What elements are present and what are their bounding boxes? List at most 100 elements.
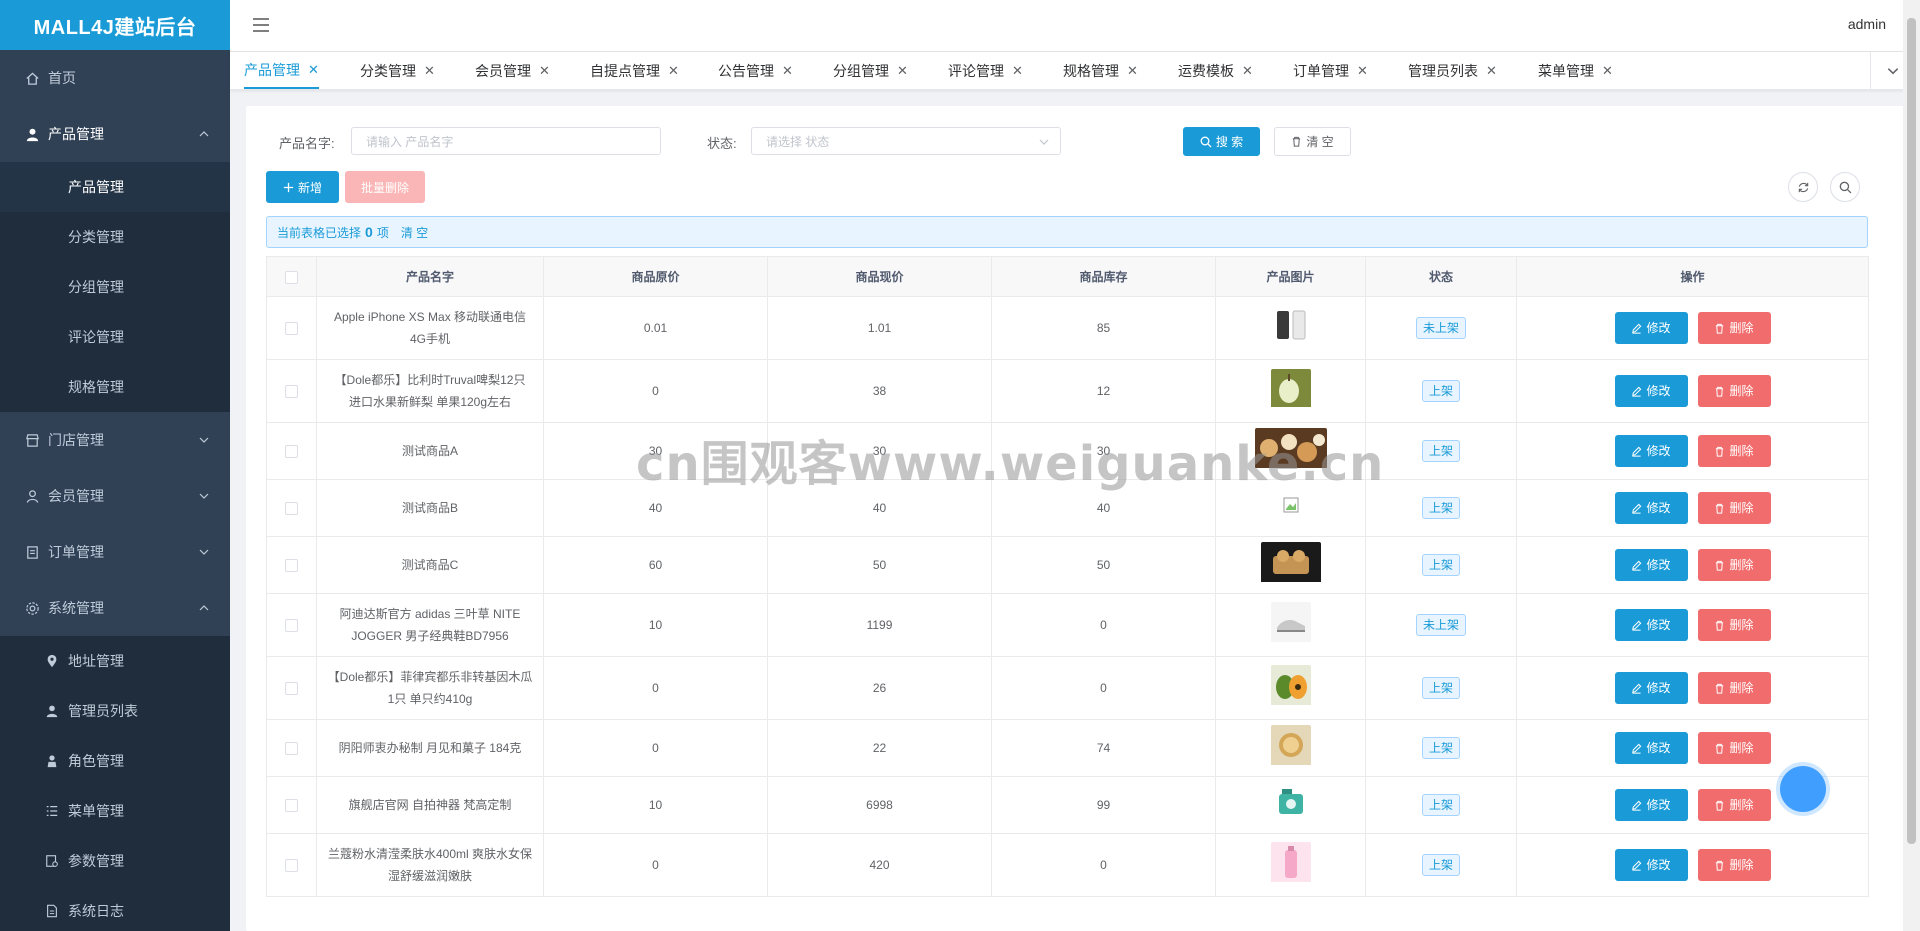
sidebar-subitem-spec[interactable]: 规格管理: [0, 362, 230, 412]
delete-button[interactable]: 删除: [1697, 732, 1771, 764]
delete-button[interactable]: 删除: [1697, 492, 1771, 524]
row-checkbox[interactable]: [285, 859, 298, 873]
sidebar-item-store[interactable]: 门店管理: [0, 412, 230, 468]
delete-button[interactable]: 删除: [1697, 312, 1771, 344]
page-scrollbar[interactable]: [1903, 0, 1920, 931]
close-icon[interactable]: ✕: [308, 62, 319, 78]
edit-button[interactable]: 修改: [1614, 672, 1688, 704]
product-thumbnail[interactable]: [1270, 724, 1311, 772]
tab-order[interactable]: 订单管理 ✕: [1293, 52, 1368, 89]
clear-button[interactable]: 清 空: [1274, 127, 1351, 156]
product-thumbnail[interactable]: [1254, 427, 1327, 475]
row-checkbox[interactable]: [285, 619, 298, 633]
hamburger-icon[interactable]: [252, 16, 270, 34]
delete-button[interactable]: 删除: [1697, 789, 1771, 821]
tab-admin-list[interactable]: 管理员列表 ✕: [1408, 52, 1497, 89]
sidebar-item-member[interactable]: 会员管理: [0, 468, 230, 524]
row-checkbox[interactable]: [285, 799, 298, 813]
edit-button[interactable]: 修改: [1614, 789, 1688, 821]
tab-pickup[interactable]: 自提点管理 ✕: [590, 52, 679, 89]
sidebar-subitem-menu[interactable]: 菜单管理: [0, 786, 230, 836]
delete-button[interactable]: 删除: [1697, 849, 1771, 881]
batch-delete-button[interactable]: 批量删除: [345, 171, 425, 203]
row-select-cell: [266, 593, 317, 657]
product-thumbnail[interactable]: [1270, 368, 1311, 414]
edit-button[interactable]: 修改: [1614, 435, 1688, 467]
product-thumbnail[interactable]: [1270, 601, 1311, 649]
selection-clear-link[interactable]: 清 空: [401, 224, 428, 241]
tab-comment[interactable]: 评论管理 ✕: [948, 52, 1023, 89]
tab-category[interactable]: 分类管理 ✕: [360, 52, 435, 89]
sidebar-item-home[interactable]: 首页: [0, 50, 230, 106]
close-icon[interactable]: ✕: [1602, 63, 1613, 79]
product-thumbnail[interactable]: [1270, 781, 1311, 829]
tab-group[interactable]: 分组管理 ✕: [833, 52, 908, 89]
close-icon[interactable]: ✕: [897, 63, 908, 79]
sidebar-subitem-log[interactable]: 系统日志: [0, 886, 230, 931]
row-checkbox[interactable]: [285, 502, 298, 516]
sidebar-item-system[interactable]: 系统管理: [0, 580, 230, 636]
row-checkbox[interactable]: [285, 322, 298, 336]
row-checkbox[interactable]: [285, 385, 298, 399]
sidebar-subitem-product-list[interactable]: 产品管理: [0, 162, 230, 212]
sidebar-subitem-category[interactable]: 分类管理: [0, 212, 230, 262]
delete-button[interactable]: 删除: [1697, 609, 1771, 641]
close-icon[interactable]: ✕: [539, 63, 550, 79]
edit-button[interactable]: 修改: [1614, 549, 1688, 581]
product-name-input[interactable]: 请输入 产品名字: [351, 127, 661, 155]
row-checkbox[interactable]: [285, 445, 298, 459]
scrollbar-thumb[interactable]: [1907, 18, 1916, 844]
product-thumbnail[interactable]: [1283, 497, 1299, 520]
edit-button[interactable]: 修改: [1614, 492, 1688, 524]
row-select-cell: [266, 656, 317, 720]
close-icon[interactable]: ✕: [1012, 63, 1023, 79]
edit-button[interactable]: 修改: [1614, 312, 1688, 344]
edit-button[interactable]: 修改: [1614, 375, 1688, 407]
close-icon[interactable]: ✕: [782, 63, 793, 79]
row-checkbox[interactable]: [285, 742, 298, 756]
close-icon[interactable]: ✕: [1357, 63, 1368, 79]
product-thumbnail[interactable]: [1270, 307, 1311, 349]
tab-freight[interactable]: 运费模板 ✕: [1178, 52, 1253, 89]
sidebar-subitem-address[interactable]: 地址管理: [0, 636, 230, 686]
user-name[interactable]: admin: [1848, 16, 1886, 32]
sidebar-subitem-params[interactable]: 参数管理: [0, 836, 230, 886]
delete-button[interactable]: 删除: [1697, 549, 1771, 581]
close-icon[interactable]: ✕: [1486, 63, 1497, 79]
chevron-down-icon: [199, 437, 209, 443]
add-button[interactable]: 新增: [266, 171, 339, 203]
tab-spec[interactable]: 规格管理 ✕: [1063, 52, 1138, 89]
sidebar-item-order[interactable]: 订单管理: [0, 524, 230, 580]
floating-action-button[interactable]: [1780, 766, 1826, 812]
product-thumbnail[interactable]: [1270, 841, 1311, 889]
sidebar-subitem-group[interactable]: 分组管理: [0, 262, 230, 312]
tab-member[interactable]: 会员管理 ✕: [475, 52, 550, 89]
product-thumbnail[interactable]: [1260, 541, 1321, 589]
edit-button[interactable]: 修改: [1614, 609, 1688, 641]
close-icon[interactable]: ✕: [1242, 63, 1253, 79]
sidebar-item-product[interactable]: 产品管理: [0, 106, 230, 162]
select-all-checkbox[interactable]: [285, 270, 298, 284]
chevron-up-icon: [199, 131, 209, 137]
edit-button[interactable]: 修改: [1614, 849, 1688, 881]
delete-button[interactable]: 删除: [1697, 672, 1771, 704]
refresh-button[interactable]: [1788, 172, 1818, 202]
row-checkbox[interactable]: [285, 559, 298, 573]
status-select[interactable]: 请选择 状态: [751, 127, 1061, 155]
sidebar-subitem-comment[interactable]: 评论管理: [0, 312, 230, 362]
tab-notice[interactable]: 公告管理 ✕: [718, 52, 793, 89]
toggle-search-button[interactable]: [1830, 172, 1860, 202]
product-thumbnail[interactable]: [1270, 664, 1311, 712]
sidebar-subitem-admin-list[interactable]: 管理员列表: [0, 686, 230, 736]
close-icon[interactable]: ✕: [668, 63, 679, 79]
close-icon[interactable]: ✕: [424, 63, 435, 79]
delete-button[interactable]: 删除: [1697, 375, 1771, 407]
close-icon[interactable]: ✕: [1127, 63, 1138, 79]
tab-product[interactable]: 产品管理 ✕: [244, 52, 319, 89]
delete-button[interactable]: 删除: [1697, 435, 1771, 467]
tab-menu[interactable]: 菜单管理 ✕: [1538, 52, 1613, 89]
row-checkbox[interactable]: [285, 682, 298, 696]
sidebar-subitem-role[interactable]: 角色管理: [0, 736, 230, 786]
search-button[interactable]: 搜 索: [1183, 127, 1260, 156]
edit-button[interactable]: 修改: [1614, 732, 1688, 764]
